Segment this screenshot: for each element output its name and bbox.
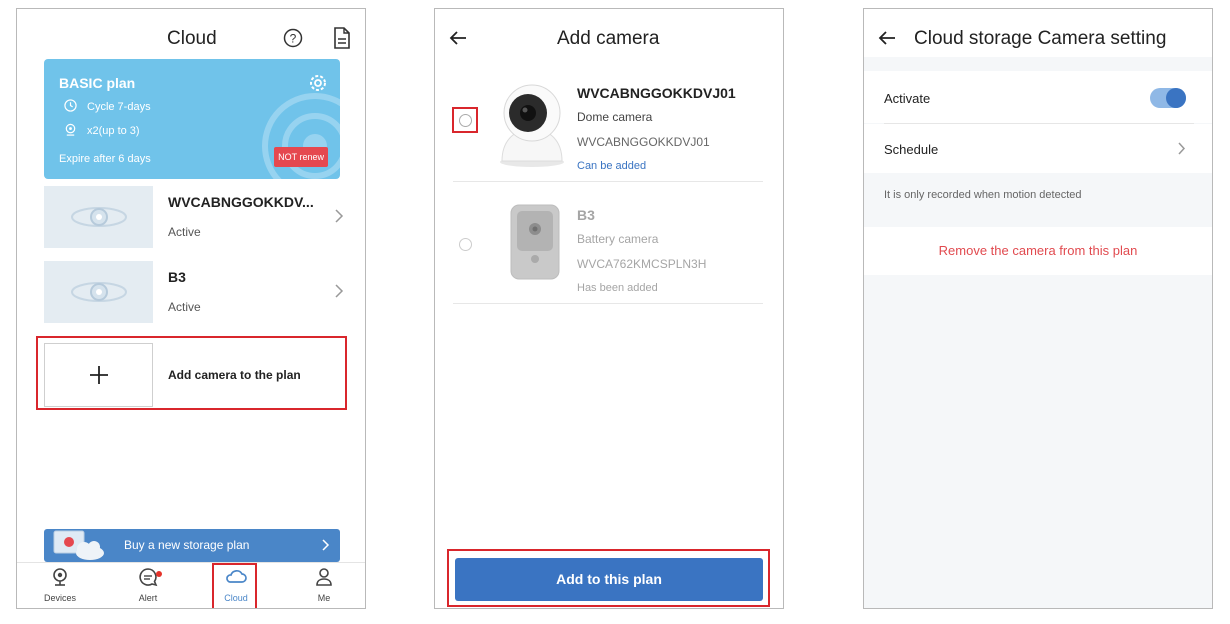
- camera-placeholder-icon: [70, 207, 127, 227]
- cloud-screen: Cloud ? BASIC plan Cycle 7-days x2(up to…: [16, 8, 366, 609]
- plan-name: BASIC plan: [59, 75, 136, 91]
- chevron-right-icon: [1177, 141, 1186, 161]
- camera-icon: [51, 568, 69, 591]
- highlight-box: [212, 563, 257, 608]
- plan-camera-count-label: x2(up to 3): [87, 125, 140, 137]
- buy-storage-plan-label: Buy a new storage plan: [124, 538, 250, 552]
- document-icon[interactable]: [333, 27, 351, 54]
- remove-camera-label: Remove the camera from this plan: [938, 243, 1138, 258]
- chevron-right-icon: [334, 283, 344, 304]
- camera-setting-screen: Cloud storage Camera setting Activate Sc…: [863, 8, 1213, 609]
- highlight-box: [447, 549, 770, 607]
- add-status: Has been added: [577, 282, 658, 294]
- tab-label: Devices: [43, 593, 76, 603]
- tab-me[interactable]: Me: [294, 567, 354, 603]
- activate-row: Activate: [864, 71, 1212, 123]
- camera-row[interactable]: B3 Active: [44, 261, 344, 323]
- remove-camera-button[interactable]: Remove the camera from this plan: [864, 227, 1212, 275]
- camera-status: Active: [168, 225, 201, 239]
- back-arrow-icon[interactable]: [449, 30, 467, 51]
- camera-placeholder-icon: [70, 282, 127, 302]
- camera-list-item: B3 Battery camera WVCA762KMCSPLN3H Has b…: [453, 191, 763, 311]
- back-arrow-icon[interactable]: [878, 30, 896, 51]
- plan-cycle: Cycle 7-days: [64, 99, 151, 115]
- plan-expire: Expire after 6 days: [59, 153, 151, 165]
- camera-id: WVCA762KMCSPLN3H: [577, 257, 707, 271]
- camera-status: Active: [168, 300, 201, 314]
- camera-type: Battery camera: [577, 232, 659, 246]
- dome-camera-image: [495, 77, 569, 174]
- camera-list-item[interactable]: WVCABNGGOKKDVJ01 Dome camera WVCABNGGOKK…: [453, 69, 763, 189]
- camera-row[interactable]: WVCABNGGOKKDV... Active: [44, 186, 344, 248]
- activate-toggle[interactable]: [1150, 88, 1186, 108]
- cloud-camera-illustration-icon: [48, 523, 108, 566]
- camera-name: B3: [168, 269, 186, 285]
- plan-camera-count: x2(up to 3): [64, 123, 140, 139]
- tab-label: Me: [317, 593, 331, 603]
- notification-dot: [156, 571, 162, 577]
- page-title: Cloud storage Camera setting: [914, 28, 1167, 49]
- schedule-label: Schedule: [884, 142, 939, 157]
- svg-text:?: ?: [290, 32, 297, 46]
- tab-label: Alert: [138, 593, 158, 603]
- add-status: Can be added: [577, 160, 647, 172]
- divider: [453, 303, 763, 304]
- add-camera-screen: Add camera WVCABNGGOKKDVJ01 Dome camera …: [434, 8, 784, 609]
- tab-bar: Devices Alert Cloud Me: [17, 562, 365, 608]
- toggle-knob: [1166, 88, 1186, 108]
- camera-type: Dome camera: [577, 110, 653, 124]
- chevron-right-icon: [334, 208, 344, 229]
- select-radio: [459, 238, 472, 251]
- divider: [453, 181, 763, 182]
- camera-thumbnail: [44, 261, 153, 323]
- camera-icon: [64, 123, 77, 139]
- activate-label: Activate: [884, 91, 931, 106]
- message-icon: [138, 568, 158, 591]
- camera-name: WVCABNGGOKKDV...: [168, 194, 314, 210]
- help-icon[interactable]: ?: [283, 28, 303, 53]
- tab-devices[interactable]: Devices: [30, 567, 90, 603]
- camera-id: WVCABNGGOKKDVJ01: [577, 135, 710, 149]
- highlight-box: [452, 107, 478, 133]
- tab-alert[interactable]: Alert: [118, 567, 178, 603]
- page-title: Cloud: [167, 28, 217, 49]
- clock-icon: [64, 99, 77, 115]
- chevron-right-icon: [321, 538, 330, 557]
- status-badge: NOT renew: [274, 147, 328, 167]
- gear-icon[interactable]: [308, 73, 328, 98]
- user-icon: [315, 568, 333, 591]
- schedule-row[interactable]: Schedule: [864, 124, 1212, 173]
- plan-card[interactable]: BASIC plan Cycle 7-days x2(up to 3) Expi…: [44, 59, 340, 179]
- recording-note: It is only recorded when motion detected: [884, 189, 1082, 201]
- highlight-box: [36, 336, 347, 410]
- buy-storage-plan-banner[interactable]: Buy a new storage plan: [44, 529, 340, 562]
- camera-name: WVCABNGGOKKDVJ01: [577, 85, 736, 101]
- camera-thumbnail: [44, 186, 153, 248]
- plan-cycle-label: Cycle 7-days: [87, 101, 151, 113]
- page-title: Add camera: [557, 28, 660, 49]
- battery-camera-image: [509, 203, 561, 288]
- camera-name: B3: [577, 207, 595, 223]
